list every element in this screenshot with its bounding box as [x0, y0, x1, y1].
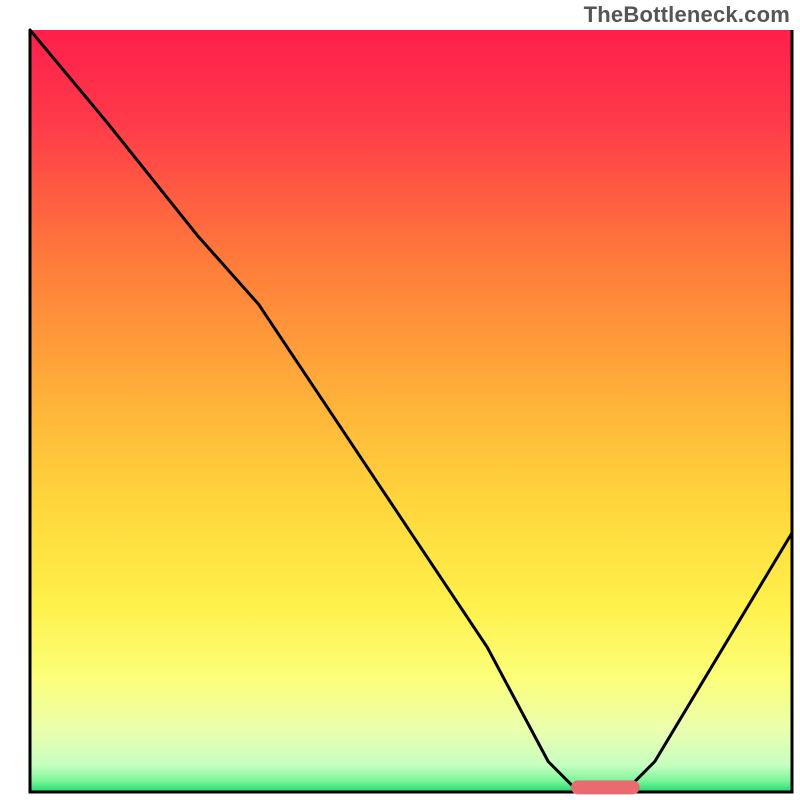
bottleneck-chart — [0, 0, 800, 800]
plot-area-rect — [30, 30, 792, 792]
watermark-label: TheBottleneck.com — [584, 2, 790, 28]
chart-container: TheBottleneck.com — [0, 0, 800, 800]
optimal-range-marker — [571, 780, 640, 794]
